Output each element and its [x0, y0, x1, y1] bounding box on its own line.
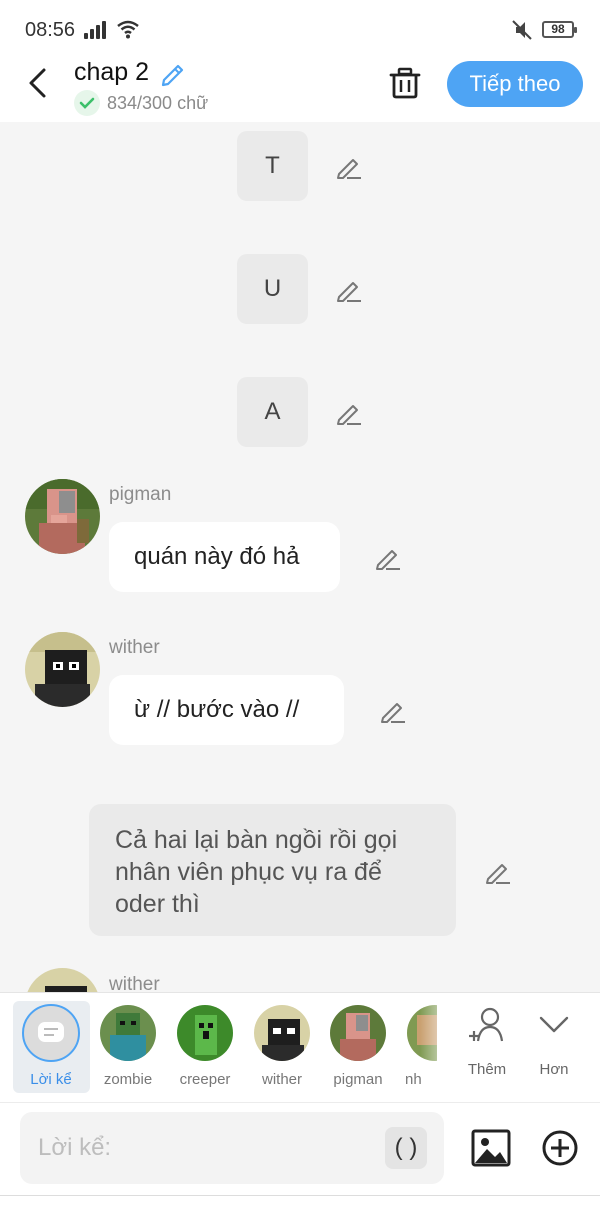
back-arrow-icon[interactable] — [24, 66, 54, 100]
add-circle-icon[interactable] — [541, 1129, 579, 1167]
divider — [0, 1195, 600, 1196]
character-narration[interactable]: Lời kể — [13, 1001, 90, 1093]
signal-icon — [84, 21, 108, 39]
next-button[interactable]: Tiếp theo — [447, 61, 583, 107]
wifi-icon — [117, 20, 139, 39]
character-wither[interactable]: wither — [244, 1001, 320, 1093]
chapter-title: chap 2 — [74, 58, 150, 86]
add-person-icon — [469, 1007, 504, 1042]
narration-bubble[interactable]: Cả hai lại bàn ngồi rồi gọi nhân viên ph… — [89, 804, 456, 936]
character-pigman[interactable]: pigman — [320, 1001, 396, 1093]
pigman-avatar[interactable] — [25, 479, 100, 554]
message-bubble[interactable]: ừ // bước vào // — [109, 675, 344, 745]
battery-indicator: 98 — [542, 21, 577, 38]
image-icon[interactable] — [471, 1129, 511, 1167]
chevron-down-icon — [539, 1016, 569, 1033]
speaker-name: wither — [109, 637, 160, 658]
narration-letter[interactable]: T — [237, 131, 308, 201]
edit-pencil-icon[interactable] — [335, 152, 363, 180]
character-label: zombie — [103, 1071, 153, 1088]
more-button[interactable]: Hơn — [524, 1005, 584, 1078]
speaker-name: wither — [109, 974, 160, 992]
edit-pencil-icon[interactable] — [484, 857, 512, 885]
wither-avatar — [254, 1005, 310, 1061]
more-label: Hơn — [539, 1061, 569, 1078]
chat-area[interactable]: T U A pigman quán này đó hả wither ừ // … — [0, 122, 600, 992]
mute-icon — [512, 20, 532, 40]
character-zombie[interactable]: zombie — [90, 1001, 166, 1093]
word-count: 834/300 chữ — [107, 93, 209, 113]
status-bar: 08:56 98 — [0, 0, 600, 56]
zombie-avatar — [100, 1005, 156, 1061]
character-label: pigman — [333, 1071, 383, 1088]
edit-pencil-icon[interactable] — [335, 398, 363, 426]
pigman-avatar — [330, 1005, 386, 1061]
parentheses-button[interactable]: ( ) — [385, 1127, 427, 1169]
add-character-button[interactable]: Thêm — [457, 1005, 517, 1078]
trash-icon[interactable] — [388, 66, 422, 100]
narration-letter[interactable]: U — [237, 254, 308, 324]
edit-pencil-icon[interactable] — [335, 275, 363, 303]
speaker-name: pigman — [109, 484, 172, 505]
edit-pencil-icon[interactable] — [379, 696, 407, 724]
narration-input[interactable] — [20, 1112, 444, 1184]
character-label: Lời kể — [30, 1071, 72, 1088]
status-time: 08:56 — [25, 19, 76, 41]
wither-avatar[interactable] — [25, 968, 100, 992]
narration-letter[interactable]: A — [237, 377, 308, 447]
edit-title-icon[interactable] — [158, 58, 188, 88]
add-label: Thêm — [467, 1061, 507, 1078]
check-icon — [74, 90, 100, 116]
narration-icon — [22, 1004, 80, 1062]
character-label: creeper — [179, 1071, 231, 1088]
character-bar: Lời kể zombie creeper wither pigman nh T… — [0, 992, 600, 1103]
character-label: wither — [261, 1071, 302, 1088]
wither-avatar[interactable] — [25, 632, 100, 707]
creeper-avatar — [177, 1005, 233, 1061]
edit-pencil-icon[interactable] — [374, 543, 402, 571]
input-bar: ( ) — [0, 1102, 600, 1209]
character-creeper[interactable]: creeper — [167, 1001, 243, 1093]
scroll-fade — [420, 993, 460, 1103]
message-bubble[interactable]: quán này đó hả — [109, 522, 340, 592]
app-header: chap 2 834/300 chữ Tiếp theo — [0, 56, 600, 122]
